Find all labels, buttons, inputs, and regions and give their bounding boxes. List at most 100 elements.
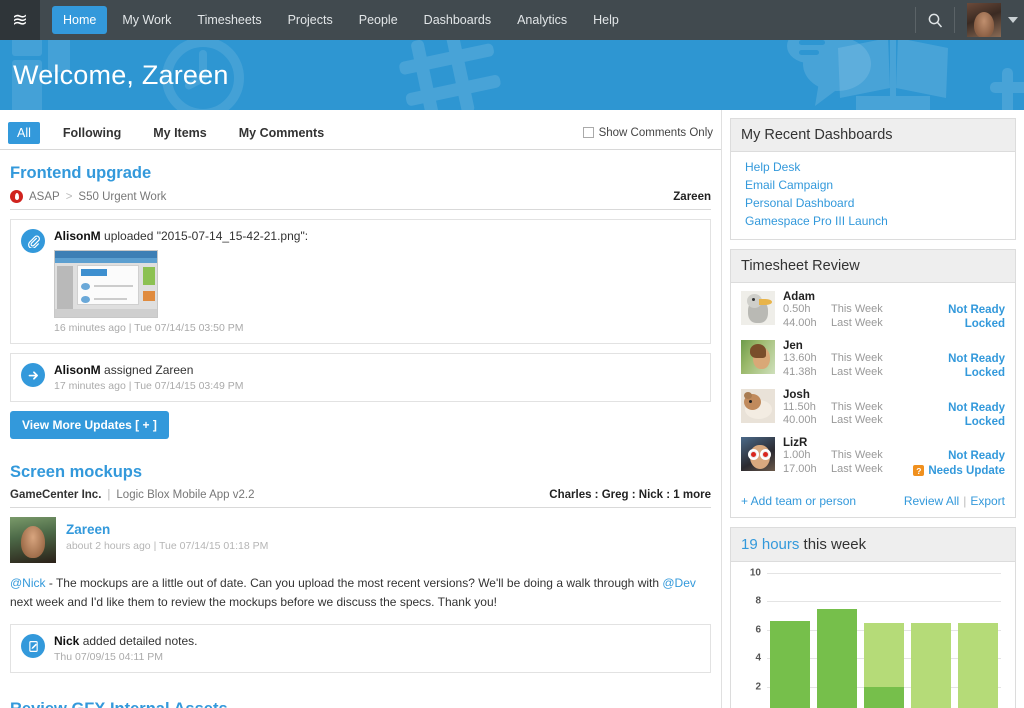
avatar[interactable] — [967, 3, 1001, 37]
tab-following[interactable]: Following — [54, 122, 130, 144]
bar[interactable] — [817, 592, 857, 708]
divider — [954, 7, 955, 33]
view-more-updates-button[interactable]: View More Updates [ + ] — [10, 411, 169, 439]
nav-item-home[interactable]: Home — [52, 6, 107, 34]
bar-segment-scheduled — [958, 623, 998, 708]
comment-author-block: Zareen about 2 hours ago | Tue 07/14/15 … — [66, 517, 268, 552]
checkbox-label: Show Comments Only — [599, 127, 713, 139]
comment-author[interactable]: Zareen — [66, 522, 268, 537]
status-badge[interactable]: Locked — [948, 415, 1005, 429]
tab-my-items[interactable]: My Items — [144, 122, 216, 144]
panel-title: My Recent Dashboards — [731, 119, 1015, 152]
timesheet-status: Not Ready Locked — [948, 389, 1005, 430]
tab-my-comments[interactable]: My Comments — [230, 122, 333, 144]
update-timestamp: 17 minutes ago | Tue 07/14/15 03:49 PM — [54, 380, 700, 392]
warning-question-icon: ? — [913, 465, 924, 476]
period-label: This Week — [831, 401, 883, 415]
banner-decor-block — [12, 40, 42, 56]
tab-label: All — [17, 126, 31, 140]
period-label: This Week — [831, 303, 883, 317]
timesheet-row-info: Jen 13.60hThis Week 41.38hLast Week — [783, 340, 948, 380]
banner-decor-hash-icon — [396, 40, 506, 110]
nav-item-help[interactable]: Help — [582, 6, 630, 34]
right-sidebar: My Recent Dashboards Help Desk Email Cam… — [722, 110, 1024, 708]
main-nav-items: Home My Work Timesheets Projects People … — [40, 0, 632, 40]
hours-this-week: 13.60hThis Week — [783, 352, 948, 366]
feed-update-card: AlisonM uploaded "2015-07-14_15-42-21.pn… — [10, 219, 711, 344]
export-link[interactable]: Export — [970, 494, 1005, 508]
mention-nick[interactable]: @Nick — [10, 576, 46, 590]
status-badge[interactable]: Locked — [948, 366, 1005, 380]
project-label: S50 Urgent Work — [78, 191, 166, 203]
status-badge[interactable]: Not Ready — [948, 352, 1005, 366]
comment-header: Zareen about 2 hours ago | Tue 07/14/15 … — [10, 517, 711, 563]
checkbox-box[interactable] — [583, 127, 594, 138]
status-badge[interactable]: Not Ready — [948, 303, 1005, 317]
bar[interactable] — [958, 601, 998, 708]
person-name: Josh — [783, 389, 948, 401]
avatar[interactable] — [10, 517, 56, 563]
dashboard-link-email-campaign[interactable]: Email Campaign — [741, 176, 1005, 194]
update-body: Nick added detailed notes. Thu 07/09/15 … — [54, 634, 700, 663]
person-name: LizR — [783, 437, 913, 449]
activity-feed-column: All Following My Items My Comments Show … — [0, 110, 722, 708]
feed-filter-tabs: All Following My Items My Comments Show … — [0, 116, 721, 150]
table-row[interactable]: Josh 11.50hThis Week 40.00hLast Week Not… — [741, 385, 1005, 434]
nav-label: Analytics — [517, 13, 567, 27]
dashboard-link-personal-dashboard[interactable]: Personal Dashboard — [741, 194, 1005, 212]
tab-all[interactable]: All — [8, 122, 40, 144]
nav-item-analytics[interactable]: Analytics — [506, 6, 578, 34]
feed-list: Frontend upgrade ASAP > S50 Urgent Work … — [0, 150, 721, 708]
status-badge[interactable]: Not Ready — [948, 401, 1005, 415]
timesheet-review-panel: Timesheet Review Adam 0.50hThis Week 44.… — [730, 249, 1016, 518]
add-team-or-person-button[interactable]: + Add team or person — [741, 494, 856, 508]
page-title: Welcome, Zareen — [0, 60, 229, 91]
nav-item-projects[interactable]: Projects — [277, 6, 344, 34]
feed-item: Frontend upgrade ASAP > S50 Urgent Work … — [10, 150, 711, 445]
table-row[interactable]: Adam 0.50hThis Week 44.00hLast Week Not … — [741, 287, 1005, 336]
bar[interactable] — [911, 601, 951, 708]
comment-body: @Nick - The mockups are a little out of … — [10, 574, 711, 611]
attachment-thumbnail[interactable] — [54, 250, 158, 318]
search-icon[interactable] — [924, 9, 946, 31]
bird-avatar — [741, 291, 775, 325]
chevron-down-icon[interactable] — [1008, 17, 1018, 23]
update-body: AlisonM uploaded "2015-07-14_15-42-21.pn… — [54, 229, 700, 334]
timesheet-rows: Adam 0.50hThis Week 44.00hLast Week Not … — [731, 283, 1015, 517]
status-badge[interactable]: ?Needs Update — [913, 464, 1005, 478]
feed-item: Review GFX Internal Assets GFX Internal … — [10, 682, 711, 708]
review-all-link[interactable]: Review All — [904, 494, 959, 508]
nav-label: Home — [63, 13, 96, 27]
dashboard-link-gamespace-pro-iii-launch[interactable]: Gamespace Pro III Launch — [741, 212, 1005, 230]
waves-logo-icon[interactable]: ≋ — [0, 0, 40, 40]
feed-item-title[interactable]: Screen mockups — [10, 463, 711, 482]
top-navigation-bar: ≋ Home My Work Timesheets Projects Peopl… — [0, 0, 1024, 40]
bar[interactable] — [864, 601, 904, 708]
feed-item-title[interactable]: Review GFX Internal Assets — [10, 700, 711, 708]
period-label: This Week — [831, 352, 883, 366]
feed-item-title[interactable]: Frontend upgrade — [10, 164, 711, 183]
bar-segment-logged — [864, 687, 904, 708]
dashboard-link-help-desk[interactable]: Help Desk — [741, 158, 1005, 176]
update-timestamp: Thu 07/09/15 04:11 PM — [54, 651, 700, 663]
bar[interactable] — [770, 600, 810, 708]
status-badge[interactable]: Not Ready — [913, 449, 1005, 463]
nav-item-timesheets[interactable]: Timesheets — [186, 6, 272, 34]
y-tick-label: 4 — [755, 653, 761, 664]
timesheet-footer-actions: + Add team or person Review All | Export — [741, 486, 1005, 508]
show-comments-only-checkbox[interactable]: Show Comments Only — [583, 127, 713, 139]
nav-item-people[interactable]: People — [348, 6, 409, 34]
chart-plot-area: 10 8 6 4 2 0 — [767, 574, 1005, 708]
status-badge[interactable]: Locked — [948, 317, 1005, 331]
banner-decor-hash2-icon — [988, 64, 1024, 110]
nav-right-controls — [907, 0, 1024, 40]
table-row[interactable]: LizR 1.00hThis Week 17.00hLast Week Not … — [741, 433, 1005, 482]
mention-dev[interactable]: @Dev — [662, 576, 696, 590]
nav-item-dashboards[interactable]: Dashboards — [413, 6, 502, 34]
table-row[interactable]: Jen 13.60hThis Week 41.38hLast Week Not … — [741, 336, 1005, 385]
page-body: All Following My Items My Comments Show … — [0, 110, 1024, 708]
hours-last-week: 44.00hLast Week — [783, 317, 948, 331]
nav-item-my-work[interactable]: My Work — [111, 6, 182, 34]
hours-last-week: 17.00hLast Week — [783, 463, 913, 477]
update-text: Nick added detailed notes. — [54, 634, 700, 648]
